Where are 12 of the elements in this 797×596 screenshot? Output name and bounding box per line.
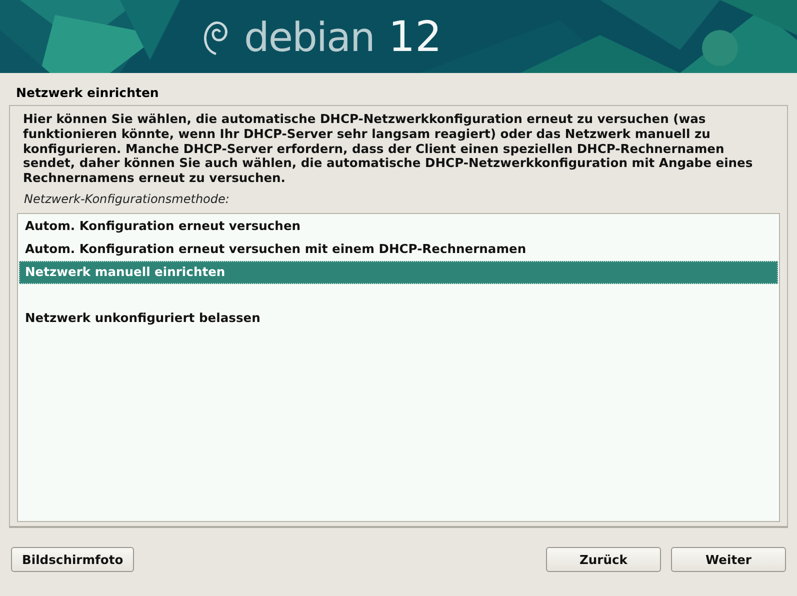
nav-button[interactable]: Zurück [546, 547, 661, 572]
list-option[interactable]: Netzwerk unkonfiguriert belassen [19, 306, 778, 330]
page-title: Netzwerk einrichten [15, 84, 160, 102]
nav-button[interactable]: Weiter [671, 547, 786, 572]
list-option[interactable]: Netzwerk manuell einrichten [19, 260, 778, 284]
list-label: Netzwerk-Konfigurationsmethode: [24, 192, 230, 206]
screenshot-button[interactable]: Bildschirmfoto [11, 547, 134, 572]
version-number: 12 [388, 12, 442, 61]
description-text: Hier können Sie wählen, die automatische DHCP-Netzwerkkonfiguration erneut zu versuchen (was funktionieren könnte, wenn Ihr DHCP-Server sehr langsam reagiert) oder das Netzwerk manuell zu konfigurieren. Manche DHCP-Server erfordern, dass der Client einen speziellen DHCP-Rechnernamen sendet, daher können Sie auch wählen, die automatische DHCP-Netzwerkkonfiguration mit Angabe eines Rechnernamens erneut zu versuchen. [23, 112, 754, 186]
list-option[interactable]: Autom. Konfiguration erneut versuchen mit einem DHCP-Rechnernamen [19, 238, 778, 261]
list-option[interactable]: Autom. Konfiguration erneut versuchen [19, 214, 778, 238]
brand-name: debian [244, 15, 374, 61]
